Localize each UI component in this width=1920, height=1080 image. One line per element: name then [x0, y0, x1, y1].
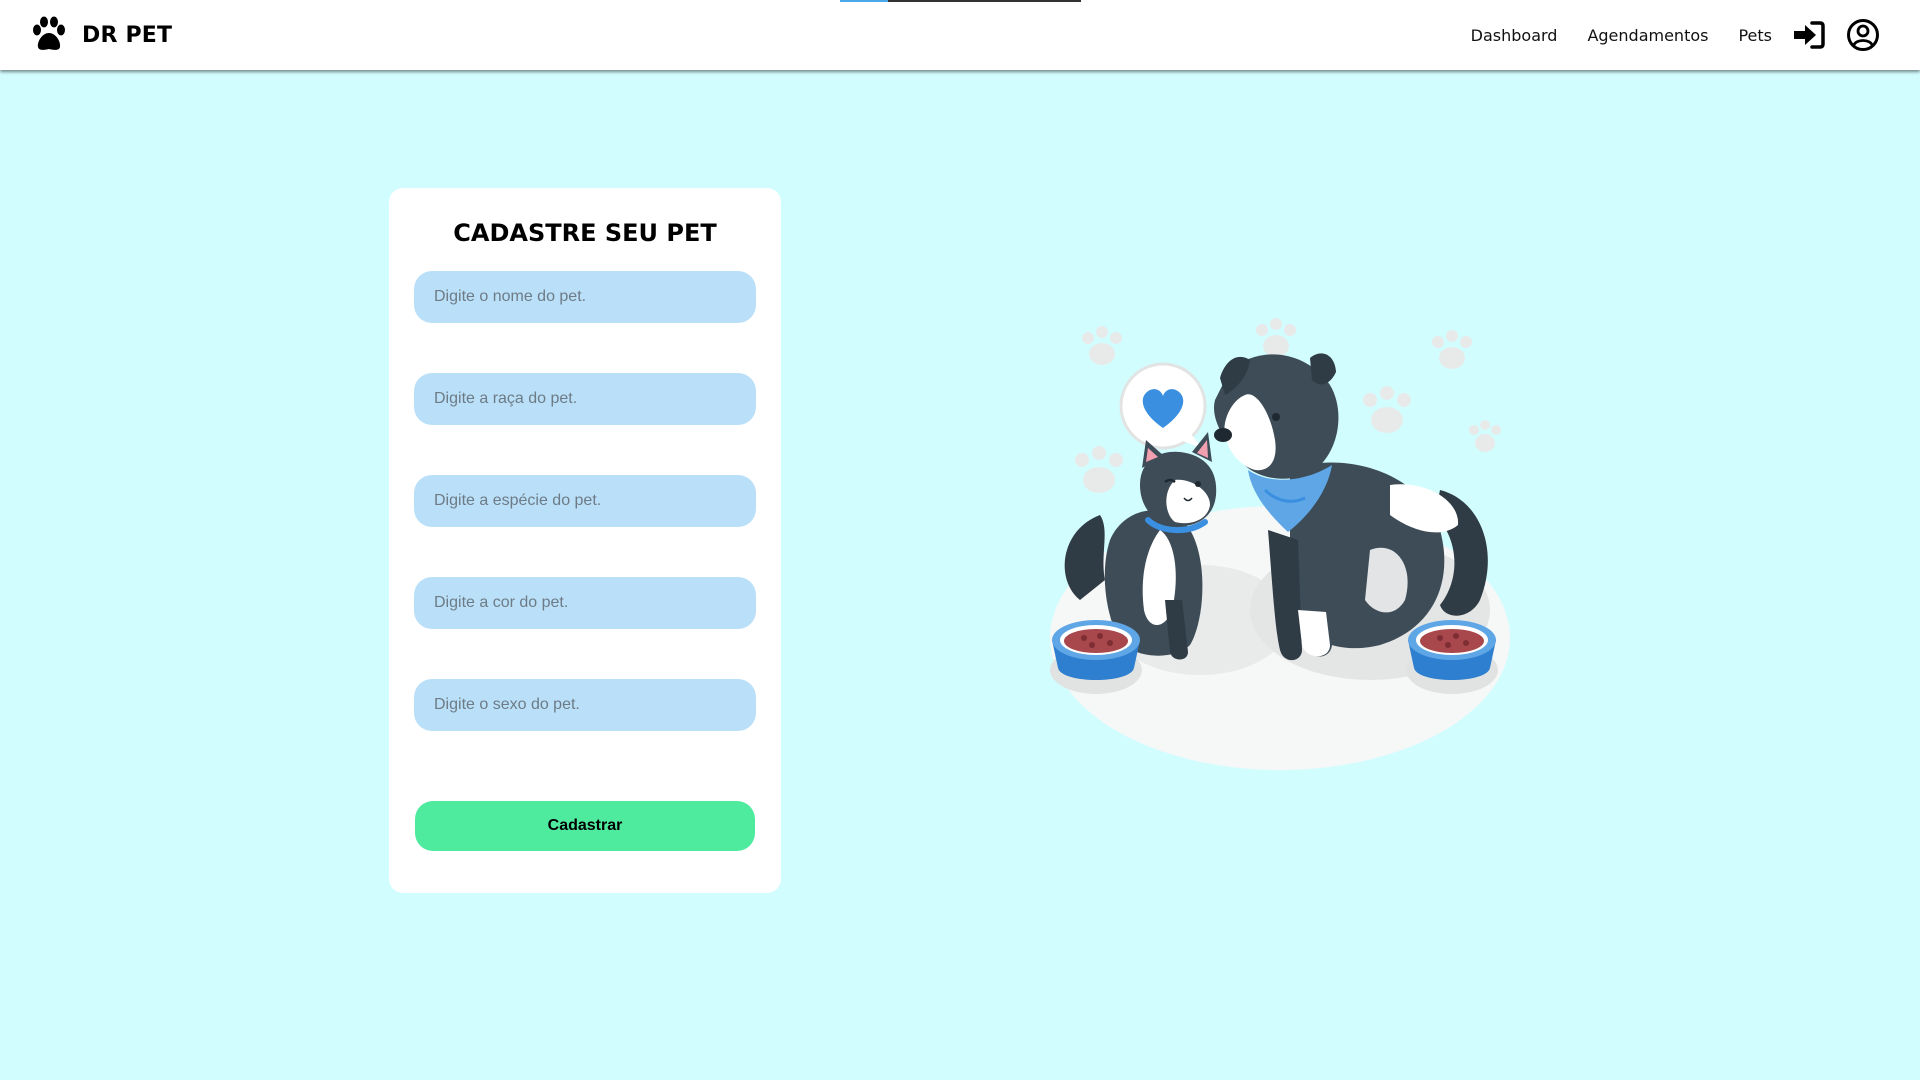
user-circle-icon[interactable] — [1846, 18, 1880, 52]
nav-link-dashboard[interactable]: Dashboard — [1471, 26, 1558, 45]
nav-link-agendamentos[interactable]: Agendamentos — [1587, 26, 1708, 45]
paw-icon — [33, 16, 65, 50]
pet-color-input[interactable] — [414, 577, 756, 629]
dog-and-cat-illustration — [1050, 318, 1510, 770]
register-pet-card: CADASTRE SEU PET Cadastrar — [389, 188, 781, 893]
food-bowl-left — [1050, 620, 1142, 694]
food-bowl-right — [1406, 620, 1498, 694]
pet-breed-input[interactable] — [414, 373, 756, 425]
pet-name-input[interactable] — [414, 271, 756, 323]
brand-logo[interactable]: DR PET — [28, 14, 172, 56]
top-navbar: DR PET Dashboard Agendamentos Pets — [0, 0, 1920, 70]
form-title: CADASTRE SEU PET — [453, 219, 717, 247]
register-button[interactable]: Cadastrar — [415, 801, 755, 851]
loading-progress-line — [840, 0, 1081, 2]
login-icon[interactable] — [1792, 20, 1826, 50]
main-navigation: Dashboard Agendamentos Pets — [1471, 0, 1920, 70]
brand-name: DR PET — [82, 22, 173, 48]
pet-sex-input[interactable] — [414, 679, 756, 731]
pet-species-input[interactable] — [414, 475, 756, 527]
nav-link-pets[interactable]: Pets — [1738, 26, 1772, 45]
